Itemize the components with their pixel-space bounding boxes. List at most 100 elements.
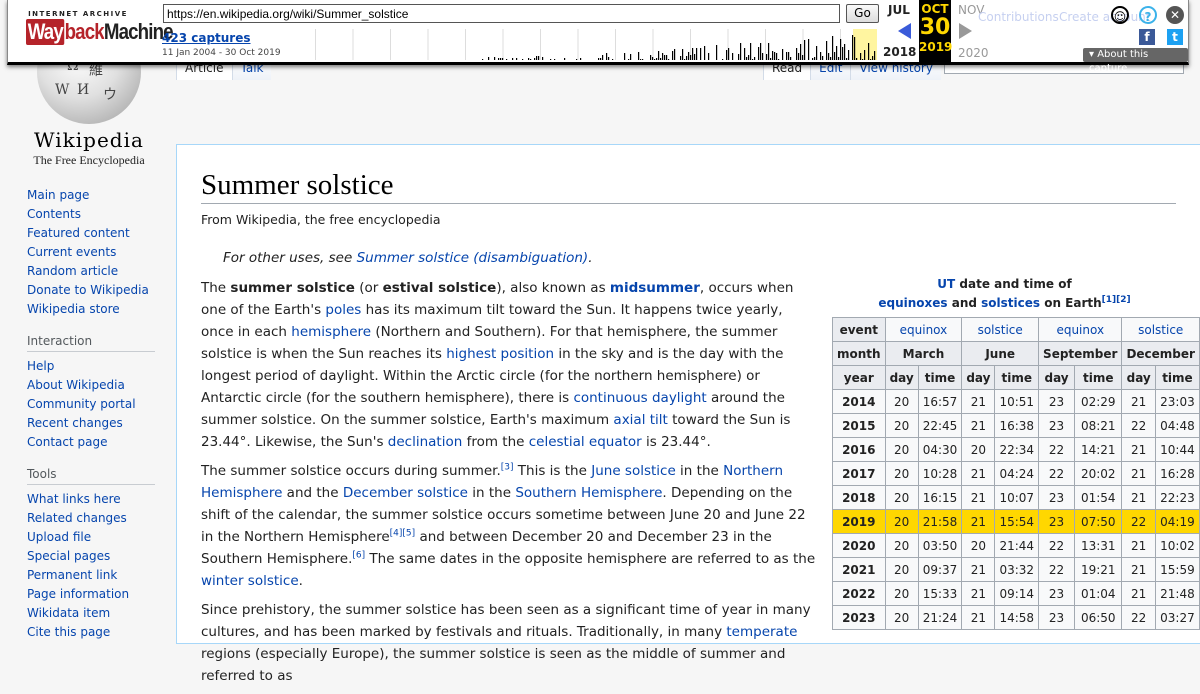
- sidebar-navigation: Main page Contents Featured content Current…: [27, 186, 157, 319]
- year-cell: 2022: [832, 581, 886, 606]
- article-link[interactable]: hemisphere: [291, 324, 371, 340]
- article-link[interactable]: declination: [388, 434, 463, 450]
- article-link[interactable]: temperate: [726, 624, 797, 640]
- help-icon[interactable]: ?: [1139, 6, 1157, 24]
- article-link[interactable]: axial tilt: [613, 412, 667, 428]
- prev-year[interactable]: 2018: [883, 45, 916, 59]
- capture-bar: [682, 49, 684, 60]
- facebook-icon[interactable]: f: [1139, 29, 1155, 45]
- capture-bar: [624, 53, 626, 60]
- sidebar: Main page Contents Featured content Current…: [27, 186, 157, 642]
- sidebar-nav-item[interactable]: Current events: [27, 243, 157, 262]
- go-button[interactable]: Go: [846, 4, 879, 23]
- capture-bar: [842, 47, 844, 60]
- time-cell: 03:27: [1154, 605, 1200, 630]
- captures-link[interactable]: 423 captures: [162, 31, 251, 45]
- sidebar-interaction-item[interactable]: Contact page: [27, 433, 157, 452]
- sidebar-tools-item[interactable]: Related changes: [27, 509, 157, 528]
- citation-link[interactable]: [4][5]: [390, 529, 416, 539]
- sidebar-nav-item[interactable]: Donate to Wikipedia: [27, 281, 157, 300]
- sidebar-tools-item[interactable]: Cite this page: [27, 623, 157, 642]
- capture-bar: [844, 44, 846, 60]
- sidebar-tools-item[interactable]: What links here: [27, 490, 157, 509]
- sidebar-tools-item[interactable]: Permanent link: [27, 566, 157, 585]
- time-cell: 16:38: [994, 413, 1040, 438]
- table-row-event: event equinox solstice equinox solstice: [832, 317, 1200, 342]
- sidebar-interaction-item[interactable]: Recent changes: [27, 414, 157, 433]
- article-link[interactable]: celestial equator: [529, 434, 642, 450]
- capture-bar: [782, 49, 784, 60]
- title-divider: [201, 203, 1176, 204]
- sidebar-tools-item[interactable]: Wikidata item: [27, 604, 157, 623]
- article-link[interactable]: poles: [325, 302, 361, 318]
- capture-bar: [700, 48, 702, 60]
- ut-link[interactable]: UT: [937, 277, 955, 291]
- sidebar-nav-item[interactable]: Featured content: [27, 224, 157, 243]
- wayback-url-input[interactable]: [163, 4, 840, 23]
- article-link[interactable]: winter solstice: [201, 573, 299, 589]
- prev-capture-arrow-icon[interactable]: [898, 23, 911, 39]
- day-cell: 20: [884, 605, 919, 630]
- user-account-icon[interactable]: ☺: [1111, 6, 1129, 24]
- day-cell: 23: [1038, 605, 1076, 630]
- event-link[interactable]: equinox: [1056, 323, 1104, 337]
- capture-bar: [498, 58, 500, 60]
- wayback-logo[interactable]: INTERNET ARCHIVE Way back Machine: [26, 10, 174, 50]
- equinoxes-link[interactable]: equinoxes: [878, 296, 947, 310]
- event-link[interactable]: solstice: [1138, 323, 1183, 337]
- time-cell: 10:07: [994, 485, 1040, 510]
- event-link[interactable]: solstice: [978, 323, 1023, 337]
- event-link[interactable]: equinox: [900, 323, 948, 337]
- disambiguation-link[interactable]: Summer solstice (disambiguation): [357, 250, 589, 266]
- sidebar-nav-item[interactable]: Main page: [27, 186, 157, 205]
- bold-article-link[interactable]: midsummer: [610, 280, 700, 296]
- capture-bar: [576, 59, 578, 60]
- article-link[interactable]: June solstice: [591, 463, 676, 479]
- capture-bar: [830, 57, 832, 60]
- capture-bar: [654, 59, 656, 60]
- capture-bar: [650, 55, 652, 60]
- sidebar-nav-item[interactable]: Contents: [27, 205, 157, 224]
- capture-bar: [840, 39, 842, 60]
- table-row: 2022 20 15:33 21 09:14 23 01:04 21 21:48: [832, 581, 1200, 606]
- close-icon[interactable]: ✕: [1166, 6, 1184, 24]
- capture-bar: [750, 43, 752, 60]
- capture-bar: [790, 57, 792, 60]
- article-link[interactable]: December solstice: [343, 485, 468, 501]
- month-cell: June: [961, 341, 1040, 366]
- solstices-link[interactable]: solstices: [981, 296, 1040, 310]
- article-link[interactable]: Southern Hemisphere: [515, 485, 662, 501]
- sidebar-tools-item[interactable]: Upload file: [27, 528, 157, 547]
- year-cell: 2016: [832, 437, 886, 462]
- time-cell: 15:33: [917, 581, 963, 606]
- sidebar-nav-item[interactable]: Random article: [27, 262, 157, 281]
- citation-link[interactable]: [3]: [501, 463, 514, 473]
- event-equinox-september: equinox: [1038, 317, 1123, 342]
- capture-bar: [666, 55, 668, 60]
- year-cell: 2015: [832, 413, 886, 438]
- sidebar-interaction-item[interactable]: Community portal: [27, 395, 157, 414]
- capture-bar: [774, 52, 776, 60]
- citation: [3]: [501, 463, 514, 473]
- hatnote: For other uses, see Summer solstice (dis…: [223, 250, 592, 266]
- day-cell: 23: [1038, 509, 1076, 534]
- caption-refs[interactable]: [1][2]: [1102, 295, 1131, 305]
- sidebar-tools-item[interactable]: Page information: [27, 585, 157, 604]
- capture-bar: [638, 52, 640, 60]
- capture-bar: [762, 53, 764, 60]
- year-cell: 2018: [832, 485, 886, 510]
- sidebar-tools-item[interactable]: Special pages: [27, 547, 157, 566]
- article-link[interactable]: highest position: [446, 346, 554, 362]
- about-capture-button[interactable]: ▾ About this capture: [1083, 48, 1188, 74]
- article-link[interactable]: continuous daylight: [573, 390, 706, 406]
- time-cell: 22:34: [994, 437, 1040, 462]
- citation-link[interactable]: [6]: [352, 551, 365, 561]
- wikipedia-page: Ω 維 И W ウ Wikipedia The Free Encyclopedi…: [0, 0, 1200, 684]
- day-cell: 22: [1038, 461, 1076, 486]
- sidebar-nav-item[interactable]: Wikipedia store: [27, 300, 157, 319]
- twitter-icon[interactable]: t: [1167, 29, 1183, 45]
- sidebar-interaction-item[interactable]: Help: [27, 357, 157, 376]
- sidebar-interaction-item[interactable]: About Wikipedia: [27, 376, 157, 395]
- prev-month[interactable]: JUL: [888, 3, 910, 17]
- capture-sparkline[interactable]: [278, 29, 879, 60]
